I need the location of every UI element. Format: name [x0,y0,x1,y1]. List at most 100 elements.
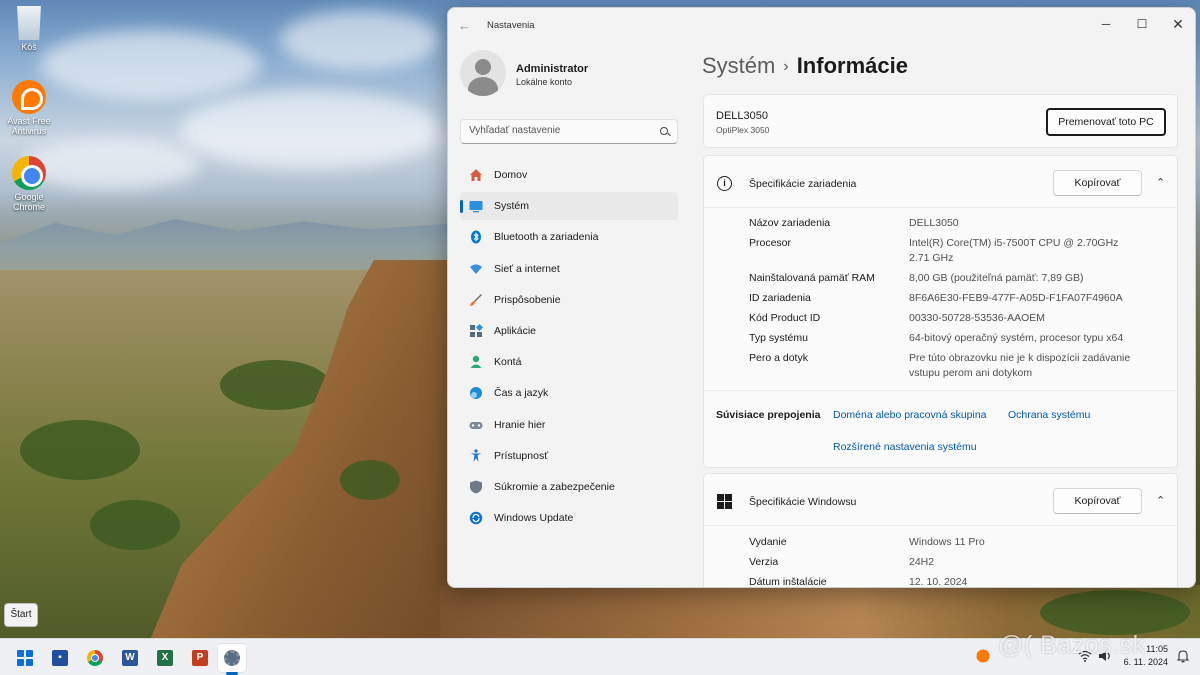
settings-window: ← Nastavenia ─ ☐ ✕ Administrator Lokálne… [447,7,1196,588]
taskbar-app-word[interactable]: W [116,644,144,672]
taskbar-app-chrome[interactable] [81,644,109,672]
avast-tray-icon[interactable] [976,649,990,663]
avast-icon [12,80,46,114]
sidebar-item-privacy-security[interactable]: Súkromie a zabezpečenie [460,473,678,501]
spec-value: Pre túto obrazovku nie je k dispozícii z… [909,352,1131,379]
account-type: Lokálne konto [516,77,573,87]
spec-row: Typ systému 64-bitový operačný systém, pr… [749,331,1169,346]
taskbar-app-excel[interactable]: X [151,644,179,672]
link-advanced-system-settings[interactable]: Rozšírené nastavenia systému [833,441,977,453]
pc-name: DELL3050 [716,110,768,122]
maximize-button[interactable]: ☐ [1124,12,1160,36]
update-icon [469,511,483,525]
sidebar-item-network[interactable]: Sieť a internet [460,255,678,283]
spec-row: Kód Product ID 00330-50728-53536-AAOEM [749,311,1169,326]
sidebar-item-personalization[interactable]: Prispôsobenie [460,286,678,314]
spec-row: Pero a dotyk Pre túto obrazovku nie je k … [749,351,1169,381]
taskbar-app-settings[interactable] [218,644,246,672]
taskbar-start-button[interactable] [11,644,39,672]
sidebar-item-gaming[interactable]: Hranie hier [460,411,678,439]
breadcrumb-parent[interactable]: Systém [702,53,775,78]
info-icon: i [717,176,732,191]
sidebar-item-label: Systém [494,200,530,213]
copy-windows-specs-button[interactable]: Kopírovať [1053,488,1142,514]
spec-value: DELL3050 [909,217,959,229]
desktop-icon-chrome[interactable]: Google Chrome [4,156,54,212]
sidebar-item-domov[interactable]: Domov [460,161,678,189]
windows-logo-icon [717,494,732,509]
vegetation [340,460,400,500]
user-icon [475,59,491,75]
sidebar-item-label: Prispôsobenie [494,293,561,306]
device-specs-header[interactable]: i Špecifikácie zariadenia Kopírovať ⌃ [704,156,1177,208]
sidebar-nav: Domov Systém Bluetooth a zariadenia Sieť… [460,161,678,535]
spec-value: 00330-50728-53536-AAOEM [909,312,1046,324]
sidebar-item-apps[interactable]: Aplikácie [460,317,678,345]
sidebar-item-windows-update[interactable]: Windows Update [460,504,678,532]
clock-date: 6. 11. 2024 [1123,657,1168,667]
minimize-button[interactable]: ─ [1088,12,1124,36]
taskbar-app-powerpoint[interactable]: P [186,644,214,672]
taskbar-app-save[interactable]: ▪ [46,644,74,672]
breadcrumb: Systém › Informácie [702,53,908,79]
page-title: Informácie [796,53,908,78]
excel-icon: X [157,650,173,666]
search-icon[interactable] [660,127,668,135]
chrome-icon [12,156,46,190]
recycle-bin-icon [17,6,41,40]
sidebar-item-label: Bluetooth a zariadenia [494,231,599,244]
device-specs-list: Názov zariadenia DELL3050 Procesor Intel(R… [749,216,1169,386]
spec-row: Vydanie Windows 11 Pro [749,535,1169,550]
sidebar-item-system[interactable]: Systém [460,192,678,221]
windows-start-icon [17,650,33,666]
sidebar-item-label: Aplikácie [494,324,537,337]
desktop-icon-avast[interactable]: Avast Free Antivirus [4,80,54,136]
rename-pc-button[interactable]: Premenovať toto PC [1046,108,1166,136]
sidebar-item-label: Kontá [494,356,522,369]
start-tooltip: Štart [4,603,38,627]
spec-key: Kód Product ID [749,312,821,324]
spec-key: ID zariadenia [749,292,811,304]
chrome-icon [87,650,103,666]
sidebar-item-accessibility[interactable]: Prístupnosť [460,442,678,470]
taskbar-clock[interactable]: 11:05 6. 11. 2024 [1118,643,1168,669]
chevron-up-icon[interactable]: ⌃ [1156,495,1168,507]
spec-value: 8,00 GB (použiteľná pamäť: 7,89 GB) [909,272,1084,284]
vegetation [20,420,140,480]
copy-device-specs-button[interactable]: Kopírovať [1053,170,1142,196]
brush-icon [470,293,482,306]
cloud [280,10,440,70]
notification-icon[interactable] [1176,649,1190,663]
spec-row: Dátum inštalácie 12. 10. 2024 [749,575,1169,587]
link-domain-workgroup[interactable]: Doména alebo pracovná skupina [833,409,987,421]
wifi-icon [470,264,482,274]
vegetation [1040,590,1190,635]
close-button[interactable]: ✕ [1160,12,1195,36]
powerpoint-icon: P [192,650,208,666]
pc-name-card: DELL3050 OptiPlex 3050 Premenovať toto P… [703,94,1178,148]
back-arrow-icon[interactable]: ← [458,18,474,34]
desktop-icon-recycle-bin[interactable]: Kôš [4,6,54,52]
cloud [180,90,440,170]
spec-value: 24H2 [909,556,935,568]
windows-specs-header[interactable]: Špecifikácie Windowsu Kopírovať ⌃ [704,474,1177,526]
avatar[interactable] [460,50,506,96]
spec-row: ID zariadenia 8F6A6E30-FEB9-477F-A05D-F1F… [749,291,1169,306]
spec-row: Procesor Intel(R) Core(TM) i5-7500T CPU @… [749,236,1169,266]
title-bar[interactable]: ← Nastavenia ─ ☐ ✕ [448,8,1195,44]
spec-value: 8F6A6E30-FEB9-477F-A05D-F1FA07F4960A [909,292,1123,304]
settings-gear-icon [224,650,240,666]
content-area[interactable]: DELL3050 OptiPlex 3050 Premenovať toto P… [703,94,1179,587]
search-input[interactable] [469,125,649,136]
search-box[interactable] [460,119,678,144]
sidebar-item-time-language[interactable]: Čas a jazyk [460,379,678,407]
spec-value: Windows 11 Pro [909,536,985,548]
link-system-protection[interactable]: Ochrana systému [1008,409,1090,421]
spec-key: Pero a dotyk [749,352,808,364]
chevron-up-icon[interactable]: ⌃ [1156,177,1168,189]
pc-model: OptiPlex 3050 [716,125,770,135]
sidebar-item-bluetooth[interactable]: Bluetooth a zariadenia [460,223,678,251]
sidebar-item-label: Hranie hier [494,418,546,431]
sidebar-item-accounts[interactable]: Kontá [460,348,678,376]
user-icon-body [468,77,498,96]
